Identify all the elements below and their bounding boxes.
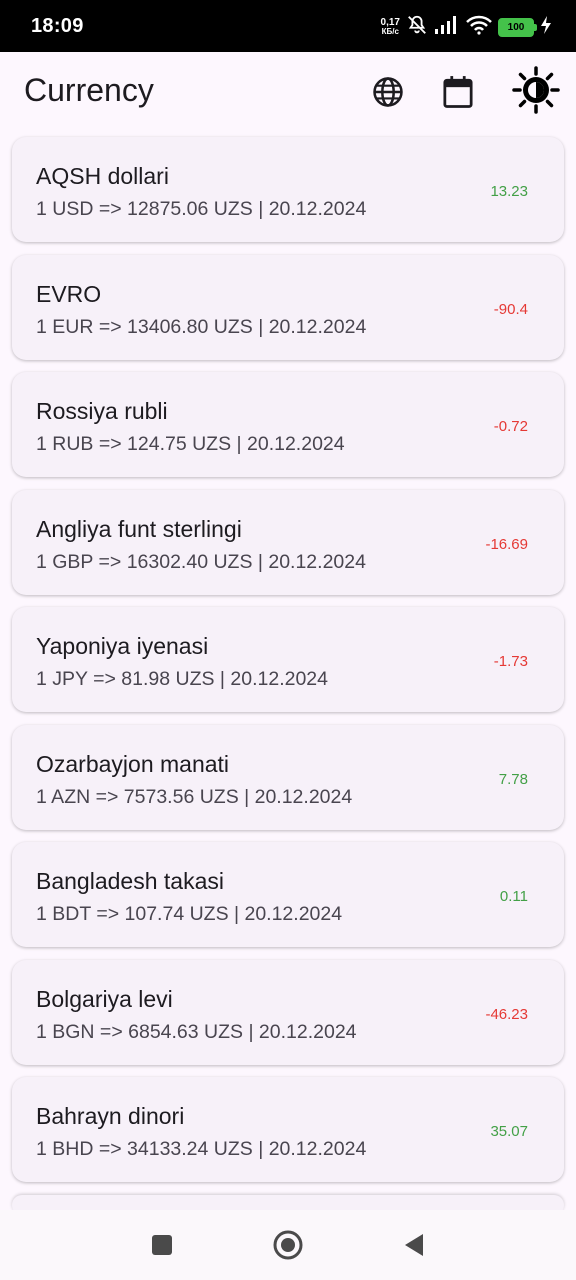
status-icons: 0,17 КБ/с 100 (381, 14, 552, 40)
currency-change: 0.11 (499, 888, 528, 905)
currency-card[interactable]: Bolgariya levi 1 BGN => 6854.63 UZS | 20.… (12, 959, 564, 1065)
calendar-icon[interactable] (438, 72, 478, 112)
currency-rate: 1 BDT => 107.74 UZS | 20.12.2024 (36, 903, 343, 925)
currency-name: Bolgariya levi (36, 985, 173, 1012)
status-time: 18:09 (31, 15, 84, 37)
currency-name: Ozarbayjon manati (36, 750, 230, 777)
currency-card[interactable]: AQSH dollari 1 USD => 12875.06 UZS | 20.1… (12, 137, 564, 242)
currency-rate: 1 BHD => 34133.24 UZS | 20.12.2024 (36, 1138, 367, 1160)
currency-card[interactable]: Ozarbayjon manati 1 AZN => 7573.56 UZS | … (12, 724, 564, 830)
currency-card[interactable]: Angliya funt sterlingi 1 GBP => 16302.40 … (12, 489, 564, 595)
currency-name: Bahrayn dinori (36, 1103, 185, 1129)
wifi-icon (466, 15, 492, 40)
signal-icon (434, 15, 460, 40)
charging-icon (540, 15, 552, 39)
currency-card[interactable]: Yaponiya iyenasi 1 JPY => 81.98 UZS | 20.… (12, 607, 564, 712)
currency-change: 7.78 (498, 770, 528, 788)
currency-change: -46.23 (485, 1005, 528, 1023)
currency-name: Yaponiya iyenasi (36, 633, 209, 659)
currency-card[interactable]: Bangladesh takasi 1 BDT => 107.74 UZS | 2… (12, 842, 564, 947)
globe-icon[interactable] (368, 72, 408, 112)
home-button[interactable] (272, 1229, 304, 1261)
network-speed-unit: КБ/с (381, 27, 399, 36)
currency-rate: 1 BGN => 6854.63 UZS | 20.12.2024 (36, 1020, 357, 1043)
currency-change: -1.73 (493, 653, 528, 670)
currency-rate: 1 RUB => 124.75 UZS | 20.12.2024 (36, 433, 345, 455)
currency-change: -90.4 (493, 300, 528, 318)
currency-rate: 1 JPY => 81.98 UZS | 20.12.2024 (36, 668, 328, 690)
currency-card[interactable]: Bahrayn dinori 1 BHD => 34133.24 UZS | 20… (12, 1077, 564, 1182)
currency-list: AQSH dollari 1 USD => 12875.06 UZS | 20.1… (12, 137, 564, 1227)
currency-rate: 1 EUR => 13406.80 UZS | 20.12.2024 (36, 315, 367, 338)
status-bar: 18:09 0,17 КБ/с 100 (0, 0, 576, 52)
currency-rate: 1 USD => 12875.06 UZS | 20.12.2024 (36, 198, 367, 220)
currency-rate: 1 GBP => 16302.40 UZS | 20.12.2024 (36, 550, 366, 573)
currency-change: -0.72 (493, 418, 528, 435)
navigation-bar (0, 1210, 576, 1280)
page-title: Currency (24, 72, 154, 108)
network-speed: 0,17 КБ/с (380, 17, 400, 37)
back-button[interactable] (398, 1229, 430, 1261)
currency-change: 13.23 (490, 183, 528, 200)
network-speed-value: 0,17 (380, 17, 400, 28)
recents-button[interactable] (146, 1229, 178, 1261)
mute-bell-icon (406, 14, 428, 41)
battery-indicator: 100 (498, 17, 537, 37)
currency-name: Rossiya rubli (36, 398, 168, 424)
currency-card[interactable]: EVRO 1 EUR => 13406.80 UZS | 20.12.2024 -9… (12, 254, 564, 360)
currency-change: -16.69 (485, 535, 528, 553)
currency-rate: 1 AZN => 7573.56 UZS | 20.12.2024 (36, 785, 353, 808)
currency-name: EVRO (36, 280, 102, 307)
currency-name: AQSH dollari (36, 163, 169, 189)
currency-name: Bangladesh takasi (36, 868, 224, 894)
app-bar: Currency (0, 52, 576, 132)
currency-card[interactable]: Rossiya rubli 1 RUB => 124.75 UZS | 20.12… (12, 372, 564, 477)
currency-name: Angliya funt sterlingi (36, 515, 242, 542)
currency-change: 35.07 (490, 1123, 528, 1140)
brightness-icon[interactable] (512, 66, 560, 114)
